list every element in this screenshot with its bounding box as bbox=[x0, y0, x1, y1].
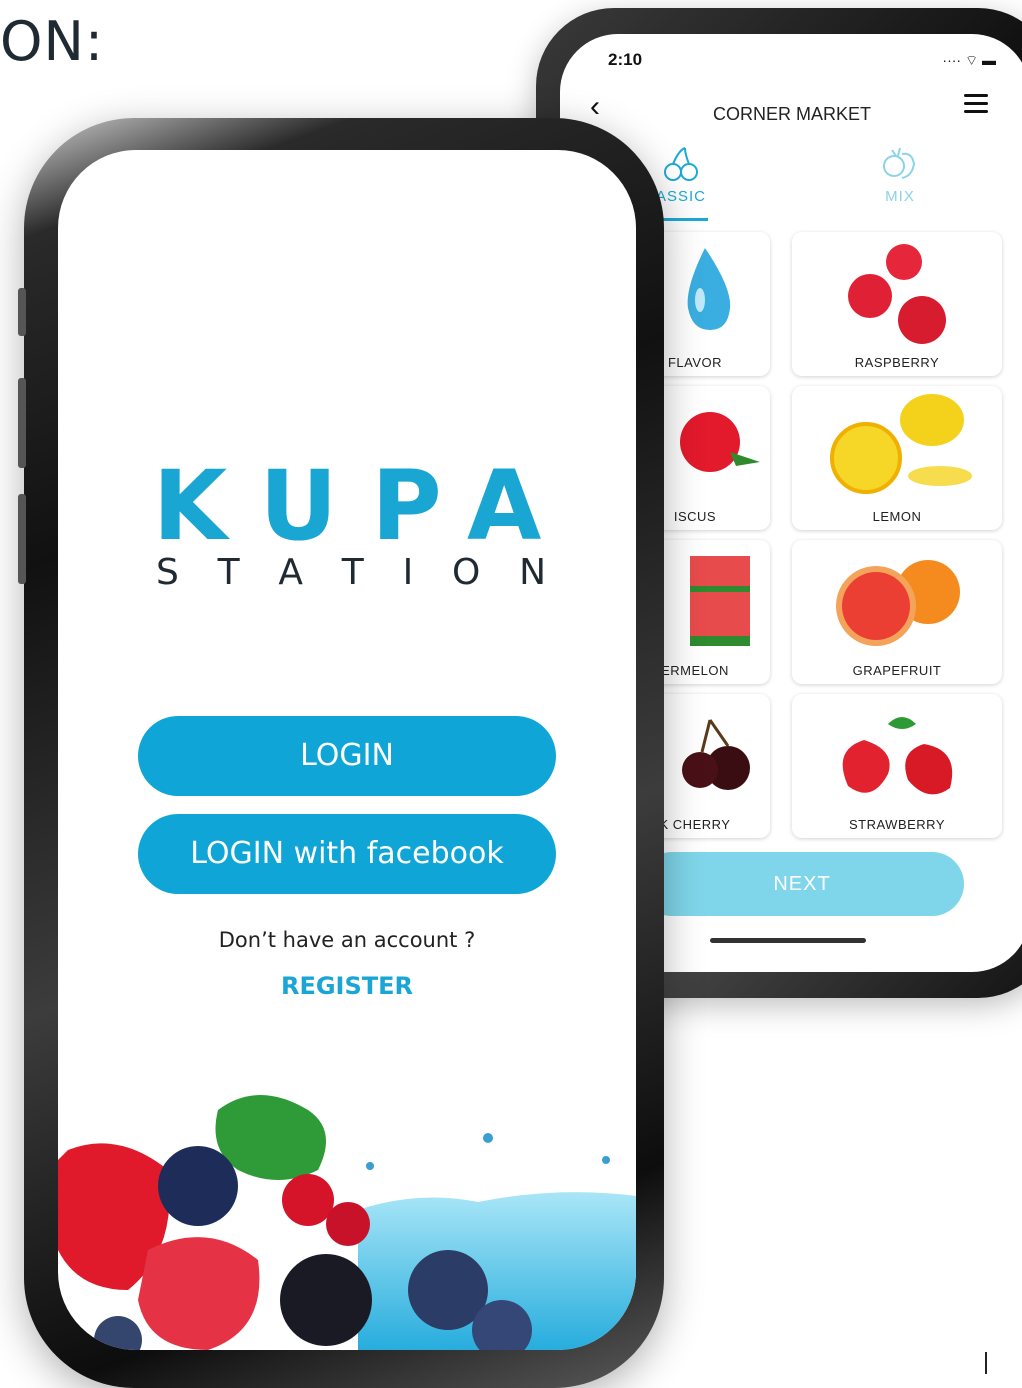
cherry-icon bbox=[664, 147, 698, 181]
strawberry-icon bbox=[792, 700, 1002, 808]
flavor-card[interactable]: LEMON bbox=[792, 386, 1002, 530]
berries-illustration bbox=[58, 1095, 636, 1350]
raspberry-icon bbox=[792, 238, 1002, 346]
status-time: 2:10 bbox=[608, 50, 643, 69]
no-account-text: Don’t have an account ? bbox=[218, 928, 476, 952]
fruit-basket-icon bbox=[883, 147, 916, 179]
kupa-logo: KUPA bbox=[152, 450, 576, 562]
status-icons: ···· ⌔ ▬ bbox=[942, 52, 996, 68]
tab-classic[interactable]: ASSIC bbox=[656, 144, 706, 205]
card-label: LEMON bbox=[872, 509, 922, 524]
flavor-card[interactable]: GRAPEFRUIT bbox=[792, 540, 1002, 684]
hamburger-menu-icon[interactable] bbox=[964, 94, 988, 118]
card-label: STRAWBERRY bbox=[848, 817, 945, 832]
login-button[interactable]: LOGIN bbox=[138, 716, 556, 796]
register-link[interactable]: REGISTER bbox=[58, 972, 636, 1000]
mute-switch bbox=[18, 288, 26, 336]
page-marker bbox=[985, 1352, 987, 1374]
station-logo: S T A T I O N bbox=[156, 552, 546, 593]
login-facebook-button[interactable]: LOGIN with facebook bbox=[138, 814, 556, 894]
login-screen: KUPA S T A T I O N LOGIN LOGIN with face… bbox=[58, 150, 636, 1350]
flavor-card[interactable]: RASPBERRY bbox=[792, 232, 1002, 376]
home-indicator bbox=[710, 938, 866, 943]
next-button[interactable]: NEXT bbox=[640, 852, 964, 916]
flavor-card[interactable]: STRAWBERRY bbox=[792, 694, 1002, 838]
tab-mix[interactable]: MIX bbox=[878, 144, 922, 205]
page-heading-fragment: ON: bbox=[0, 10, 105, 73]
volume-down-button bbox=[18, 494, 26, 584]
tab-mix-label: MIX bbox=[885, 188, 915, 205]
tab-classic-label: ASSIC bbox=[656, 188, 707, 205]
volume-up-button bbox=[18, 378, 26, 468]
card-label: RASPBERRY bbox=[854, 355, 940, 370]
card-label: GRAPEFRUIT bbox=[852, 663, 942, 678]
lemon-icon bbox=[792, 392, 1002, 500]
grapefruit-icon bbox=[792, 546, 1002, 654]
screen-title: CORNER MARKET bbox=[712, 104, 871, 124]
